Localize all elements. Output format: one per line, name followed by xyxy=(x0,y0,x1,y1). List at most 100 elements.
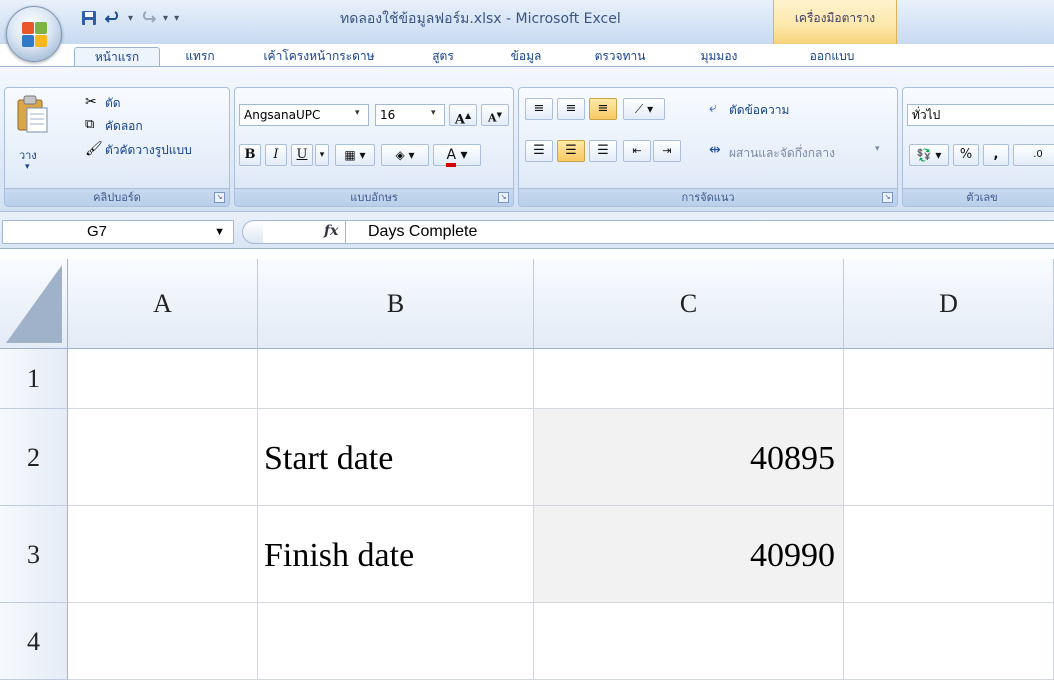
name-box-dropdown-icon[interactable]: ▼ xyxy=(214,221,225,243)
column-header-d[interactable]: D xyxy=(844,259,1054,349)
formula-bar: G7 ▼ fx Days Complete xyxy=(0,211,1054,249)
insert-function-icon[interactable]: fx xyxy=(324,223,338,239)
fill-color-button[interactable]: ◈ ▾ xyxy=(381,144,429,166)
cut-icon[interactable]: ✂ xyxy=(85,94,97,110)
select-all-button[interactable] xyxy=(0,259,68,349)
undo-dropdown-icon[interactable]: ▾ xyxy=(128,13,133,24)
wrap-text-label[interactable]: ตัดข้อความ xyxy=(729,101,789,120)
grid-top-edge xyxy=(0,249,1054,259)
contextual-tab-label: เครื่องมือตาราง xyxy=(794,11,876,25)
merge-center-dropdown-icon[interactable]: ▾ xyxy=(875,144,880,154)
name-box[interactable]: G7 ▼ xyxy=(2,220,234,244)
accounting-format-button[interactable]: 💱 ▾ xyxy=(909,144,949,166)
row-header-1[interactable]: 1 xyxy=(0,349,68,409)
cell-c3[interactable]: 40990 xyxy=(534,506,844,603)
paste-dropdown-icon[interactable]: ▾ xyxy=(25,162,30,172)
customize-dropdown-icon[interactable]: ▾ xyxy=(174,13,179,24)
ribbon: วาง ▾ ✂ ตัด ⧉ คัดลอก 🖌 ตัวคัดวางรูปแบบ ค… xyxy=(0,66,1054,211)
formula-input[interactable]: Days Complete xyxy=(345,220,1054,244)
underline-dropdown-icon[interactable]: ▾ xyxy=(315,144,329,166)
italic-button[interactable]: I xyxy=(265,144,287,166)
cut-label[interactable]: ตัด xyxy=(105,94,121,113)
font-group: AngsanaUPC ▾ 16 ▾ A▲ A▼ B I U ▾ ▦ ▾ ◈ ▾ … xyxy=(234,87,514,207)
window-title: ทดลองใช้ข้อมูลฟอร์ม.xlsx - Microsoft Exc… xyxy=(340,11,621,27)
borders-button[interactable]: ▦ ▾ xyxy=(335,144,375,166)
format-painter-icon[interactable]: 🖌 xyxy=(85,141,103,157)
number-format-select[interactable]: ทั่วไป xyxy=(907,104,1054,126)
cell-a3[interactable] xyxy=(68,506,258,603)
cell-a1[interactable] xyxy=(68,349,258,409)
underline-button[interactable]: U xyxy=(291,144,313,166)
office-logo-icon xyxy=(20,20,50,50)
cell-b3[interactable]: Finish date xyxy=(258,506,534,603)
align-middle-button[interactable]: ≡ xyxy=(557,98,585,120)
tab-insert[interactable]: แทรก xyxy=(170,47,230,67)
cell-b1[interactable] xyxy=(258,349,534,409)
format-painter-label[interactable]: ตัวคัดวางรูปแบบ xyxy=(105,141,192,160)
bold-button[interactable]: B xyxy=(239,144,261,166)
increase-indent-button[interactable]: ⇥ xyxy=(653,140,681,162)
tab-formulas[interactable]: สูตร xyxy=(418,47,468,67)
paste-icon[interactable] xyxy=(15,94,49,134)
alignment-group-label: การจัดแนว xyxy=(519,188,897,206)
increase-decimal-button[interactable]: .0 xyxy=(1013,144,1054,166)
cell-a4[interactable] xyxy=(68,603,258,680)
formula-bar-toggle[interactable] xyxy=(242,220,264,244)
font-size-dropdown-icon[interactable]: ▾ xyxy=(431,108,436,118)
number-group-label: ตัวเลข xyxy=(903,188,1054,206)
font-name-select[interactable]: AngsanaUPC xyxy=(239,104,369,126)
save-icon[interactable] xyxy=(80,9,98,27)
merge-center-icon[interactable]: ⇹ xyxy=(709,142,721,158)
clipboard-launcher-icon[interactable]: ↘ xyxy=(214,192,225,203)
align-left-button[interactable]: ☰ xyxy=(525,140,553,162)
redo-dropdown-icon[interactable]: ▾ xyxy=(163,13,168,24)
copy-label[interactable]: คัดลอก xyxy=(105,117,143,136)
percent-button[interactable]: % xyxy=(953,144,979,166)
tab-home[interactable]: หน้าแรก xyxy=(74,47,160,67)
merge-center-label[interactable]: ผสานและจัดกึ่งกลาง xyxy=(729,144,835,163)
title-bar: ▾ ▾ ▾ ทดลองใช้ข้อมูลฟอร์ม.xlsx - Microso… xyxy=(0,0,1054,44)
orientation-button[interactable]: ⟋ ▾ xyxy=(623,98,665,120)
redo-icon[interactable] xyxy=(139,9,157,27)
font-color-button[interactable]: A ▾ xyxy=(433,144,481,167)
cell-b4[interactable] xyxy=(258,603,534,680)
font-group-label: แบบอักษร xyxy=(235,188,513,206)
font-launcher-icon[interactable]: ↘ xyxy=(498,192,509,203)
cell-d2[interactable] xyxy=(844,409,1054,506)
cell-d1[interactable] xyxy=(844,349,1054,409)
clipboard-group: วาง ▾ ✂ ตัด ⧉ คัดลอก 🖌 ตัวคัดวางรูปแบบ ค… xyxy=(4,87,230,207)
column-header-b[interactable]: B xyxy=(258,259,534,349)
decrease-indent-button[interactable]: ⇤ xyxy=(623,140,651,162)
wrap-text-icon[interactable]: ⤶ xyxy=(709,100,717,116)
office-button[interactable] xyxy=(6,6,62,62)
align-top-button[interactable]: ≡ xyxy=(525,98,553,120)
alignment-launcher-icon[interactable]: ↘ xyxy=(882,192,893,203)
column-header-a[interactable]: A xyxy=(68,259,258,349)
row-header-3[interactable]: 3 xyxy=(0,506,68,603)
undo-icon[interactable] xyxy=(104,9,122,27)
font-name-dropdown-icon[interactable]: ▾ xyxy=(355,108,360,118)
align-bottom-button[interactable]: ≡ xyxy=(589,98,617,120)
row-header-4[interactable]: 4 xyxy=(0,603,68,680)
cell-d4[interactable] xyxy=(844,603,1054,680)
comma-button[interactable]: , xyxy=(983,144,1009,166)
cell-c1[interactable] xyxy=(534,349,844,409)
tab-review[interactable]: ตรวจทาน xyxy=(580,47,660,67)
tab-page-layout[interactable]: เค้าโครงหน้ากระดาษ xyxy=(244,47,394,67)
tab-design[interactable]: ออกแบบ xyxy=(782,47,882,67)
align-center-button[interactable]: ☰ xyxy=(557,140,585,162)
shrink-font-button[interactable]: A▼ xyxy=(481,104,509,126)
alignment-group: ≡ ≡ ≡ ⟋ ▾ ⤶ ตัดข้อความ ☰ ☰ ☰ ⇤ ⇥ ⇹ ผสานแ… xyxy=(518,87,898,207)
cell-a2[interactable] xyxy=(68,409,258,506)
cell-c2[interactable]: 40895 xyxy=(534,409,844,506)
cell-d3[interactable] xyxy=(844,506,1054,603)
row-header-2[interactable]: 2 xyxy=(0,409,68,506)
tab-data[interactable]: ข้อมูล xyxy=(496,47,556,67)
column-header-c[interactable]: C xyxy=(534,259,844,349)
copy-icon[interactable]: ⧉ xyxy=(85,117,94,132)
tab-view[interactable]: มุมมอง xyxy=(684,47,754,67)
grow-font-button[interactable]: A▲ xyxy=(449,104,477,127)
align-right-button[interactable]: ☰ xyxy=(589,140,617,162)
cell-b2[interactable]: Start date xyxy=(258,409,534,506)
cell-c4[interactable] xyxy=(534,603,844,680)
